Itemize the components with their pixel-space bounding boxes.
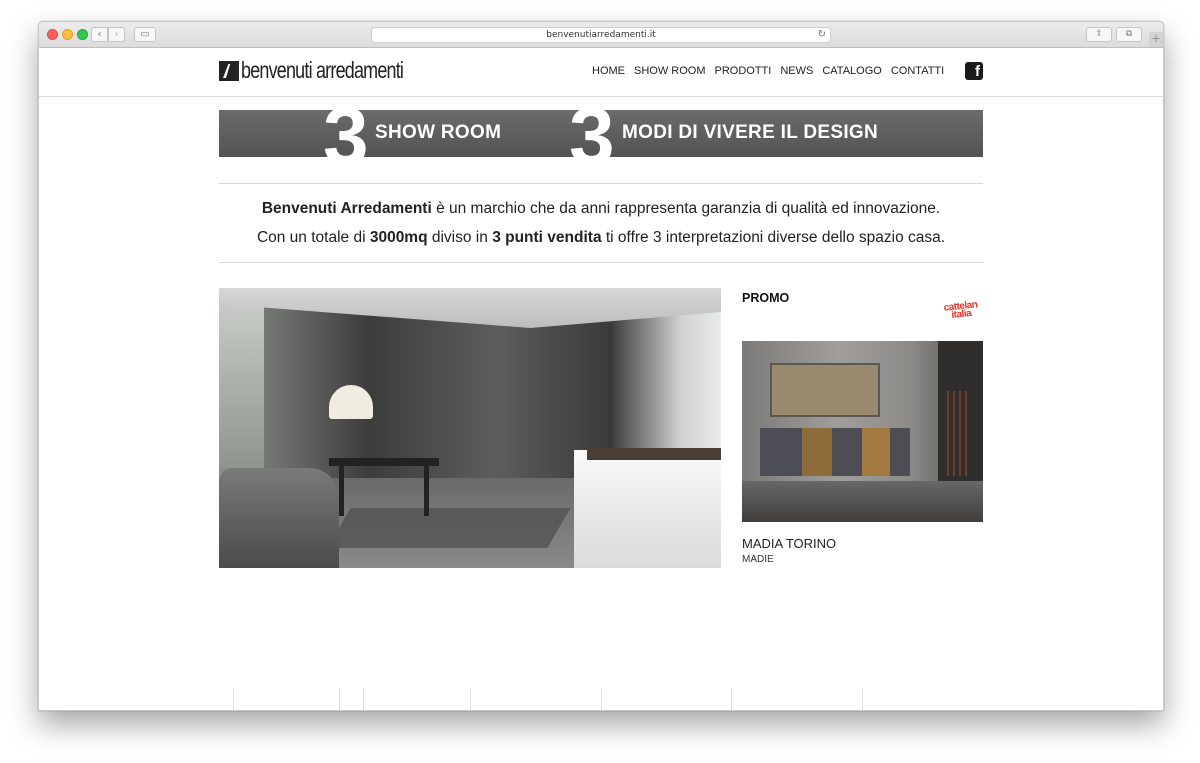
logo-text: benvenuti arredamenti (241, 57, 404, 83)
photo-table-leg (339, 466, 344, 516)
banner-text-2: MODI DI VIVERE IL DESIGN (622, 122, 878, 143)
tab-overview-icon[interactable]: ⧉ (1116, 27, 1142, 42)
photo-sofa (219, 468, 339, 568)
nav-catalogo[interactable]: CATALOGO (822, 65, 882, 77)
nav-news[interactable]: NEWS (780, 65, 813, 77)
promo-mirror (770, 363, 880, 417)
intro-line-2: Con un totale di 3000mq diviso in 3 punt… (219, 223, 983, 252)
intro-line-1-rest: è un marchio che da anni rappresenta gar… (431, 200, 941, 217)
promo-title: PROMO (742, 291, 790, 305)
showroom-photo[interactable] (219, 288, 721, 568)
intro-line-1: Benvenuti Arredamenti è un marchio che d… (219, 194, 983, 223)
reload-icon[interactable]: ↻ (818, 28, 826, 42)
browser-window: ‹ › ▭ benvenutiarredamenti.it ↻ ⇧ ⧉ + be… (38, 21, 1164, 711)
browser-toolbar: ‹ › ▭ benvenutiarredamenti.it ↻ ⇧ ⧉ + (39, 22, 1163, 48)
promo-sideboard-panel (802, 428, 832, 476)
photo-ceiling (219, 288, 721, 328)
share-icon[interactable]: ⇧ (1086, 27, 1112, 42)
photo-table (329, 458, 439, 466)
promo-floor (742, 481, 983, 522)
intro-line-2-c: ti offre 3 interpretazioni diverse dello… (601, 229, 946, 246)
site-header: benvenuti arredamenti HOME SHOW ROOM PRO… (39, 48, 1163, 97)
promo-coat-stand (947, 391, 971, 476)
photo-lamp (329, 385, 373, 419)
photo-rug (327, 508, 571, 548)
nav-show-room[interactable]: SHOW ROOM (634, 65, 706, 77)
footer-divider (731, 688, 732, 710)
web-page: benvenuti arredamenti HOME SHOW ROOM PRO… (39, 48, 1163, 710)
footer-divider (233, 688, 234, 710)
minimize-window-button[interactable] (62, 29, 73, 40)
promo-product-category: MADIE (742, 554, 774, 565)
promo-product-name[interactable]: MADIA TORINO (742, 536, 836, 551)
photo-island-top (587, 448, 721, 460)
intro-stores: 3 punti vendita (492, 229, 602, 246)
promo-sideboard-panel (862, 428, 890, 476)
address-bar[interactable]: benvenutiarredamenti.it ↻ (371, 27, 831, 43)
intro-line-2-a: Con un totale di (256, 229, 370, 246)
photo-table-leg (424, 466, 429, 516)
photo-kitchen-island (574, 450, 721, 568)
logo-mark-icon (219, 61, 239, 81)
facebook-icon[interactable]: f (965, 62, 983, 80)
footer-divider (601, 688, 602, 710)
footer-divider (470, 688, 471, 710)
promo-product-image[interactable] (742, 341, 983, 522)
close-window-button[interactable] (47, 29, 58, 40)
footer-divider (862, 688, 863, 710)
banner-text-1: SHOW ROOM (375, 122, 502, 143)
forward-button[interactable]: › (108, 27, 125, 42)
nav-contatti[interactable]: CONTATTI (891, 65, 944, 77)
zoom-window-button[interactable] (77, 29, 88, 40)
sidebar-toggle-icon[interactable]: ▭ (134, 27, 156, 42)
footer-divider (339, 688, 340, 710)
intro-area: 3000mq (369, 229, 428, 246)
main-nav: HOME SHOW ROOM PRODOTTI NEWS CATALOGO CO… (592, 65, 944, 77)
nav-prodotti[interactable]: PRODOTTI (715, 65, 772, 77)
intro-text: Benvenuti Arredamenti è un marchio che d… (219, 183, 983, 263)
hero-banner[interactable]: 3 SHOW ROOM 3 MODI DI VIVERE IL DESIGN (219, 110, 983, 157)
intro-line-2-b: diviso in (427, 229, 493, 246)
url-text: benvenutiarredamenti.it (546, 30, 656, 40)
photo-lamp-cord (350, 328, 351, 386)
footer-divider (363, 688, 364, 710)
intro-brand: Benvenuti Arredamenti (261, 200, 432, 217)
banner-number-2: 3 (569, 110, 615, 157)
banner-number-1: 3 (323, 110, 369, 157)
new-tab-button[interactable]: + (1149, 32, 1163, 47)
photo-window (219, 298, 264, 468)
nav-home[interactable]: HOME (592, 65, 625, 77)
cattelan-italia-logo[interactable]: cattelan italia (940, 299, 981, 321)
back-button[interactable]: ‹ (91, 27, 108, 42)
